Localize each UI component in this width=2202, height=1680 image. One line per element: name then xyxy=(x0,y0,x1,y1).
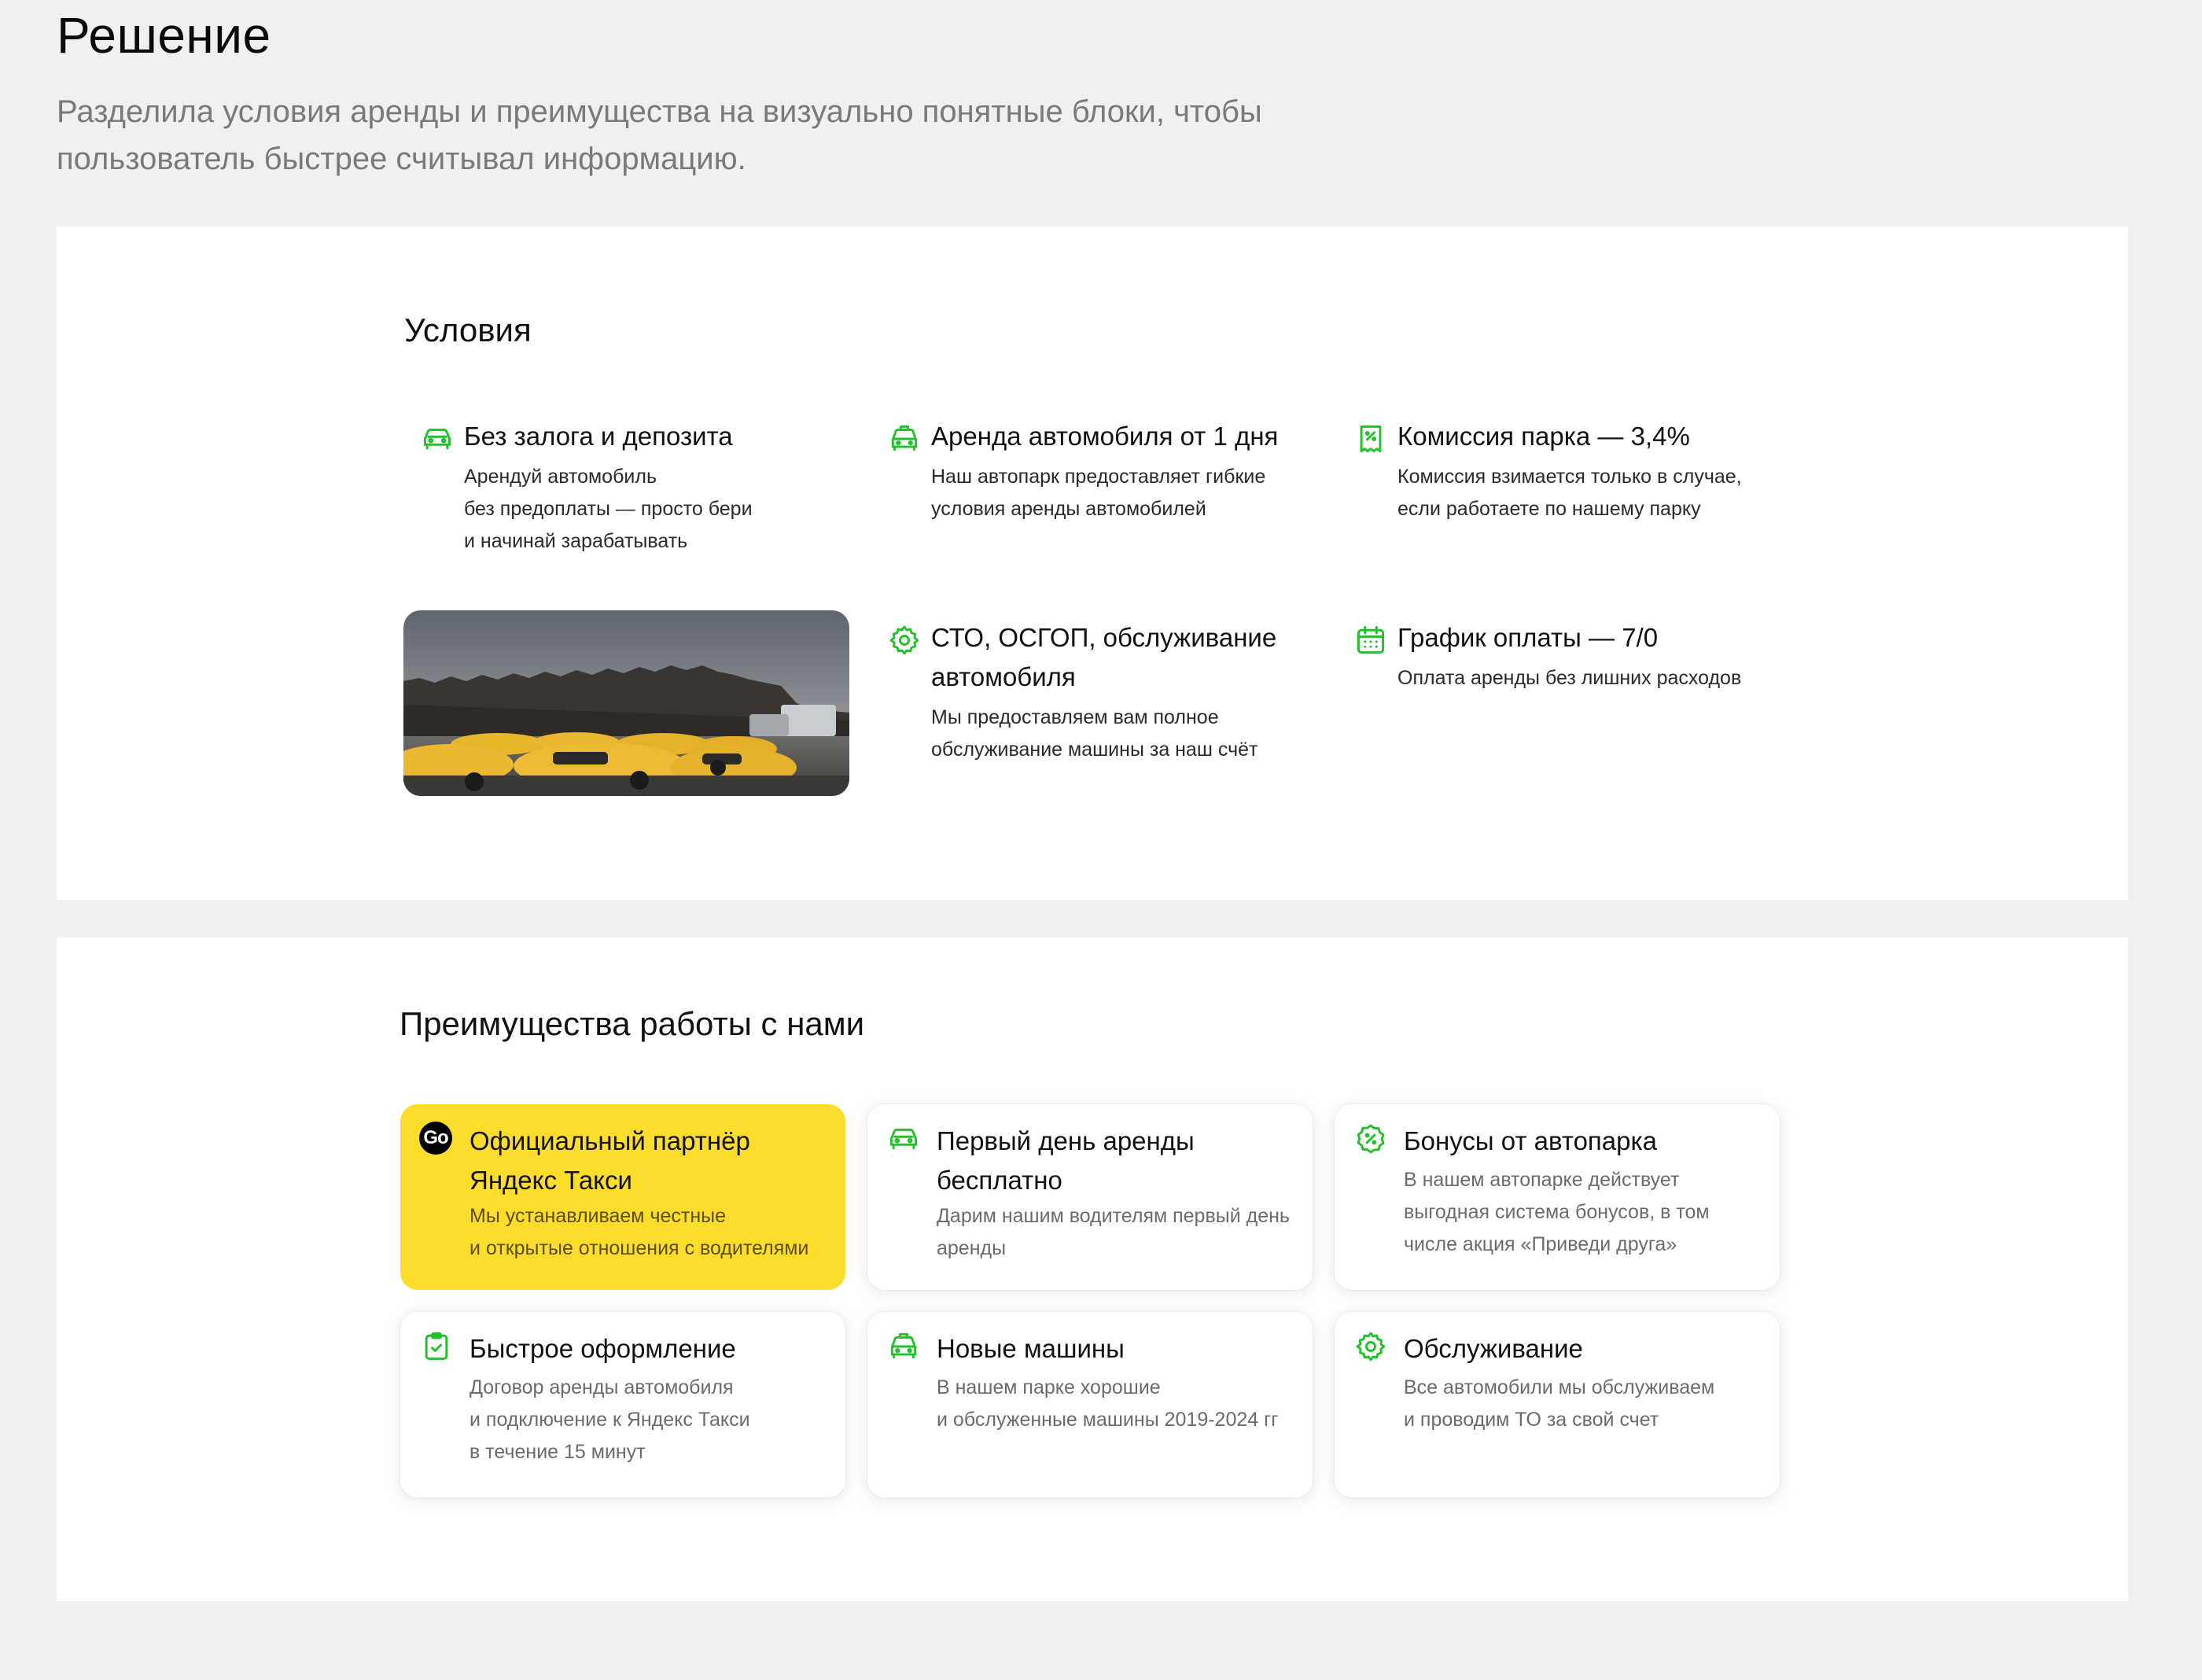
advantage-title-line: Быстрое оформление xyxy=(469,1334,736,1363)
yandex-go-icon: Go xyxy=(419,1122,454,1156)
condition-text: Оплата аренды без лишних расходов xyxy=(1397,662,1794,694)
advantage-text-line: аренды xyxy=(937,1237,1007,1259)
advantage-text-line: в течение 15 минут xyxy=(469,1441,646,1463)
car-icon xyxy=(886,1122,921,1156)
condition-text: Арендуй автомобиль без предоплаты — прос… xyxy=(464,461,860,558)
advantage-title-line: бесплатно xyxy=(937,1166,1062,1195)
taxi-icon xyxy=(886,1329,921,1364)
condition-no-deposit: Без залога и депозита Арендуй автомобиль… xyxy=(420,417,860,558)
condition-title: Без залога и депозита xyxy=(464,422,733,451)
advantage-text-line: Дарим нашим водителям первый день xyxy=(937,1205,1290,1227)
advantage-card-first-day-free: Первый день аренды бесплатно Дарим нашим… xyxy=(867,1104,1313,1290)
advantage-text: Мы устанавливаем честные и открытые отно… xyxy=(469,1200,839,1265)
advantage-text-line: Договор аренды автомобиля xyxy=(469,1376,734,1398)
condition-text-line: если работаете по нашему парку xyxy=(1397,498,1701,520)
advantage-card-new-cars: Новые машины В нашем парке хорошие и обс… xyxy=(867,1312,1313,1498)
advantage-text-line: и обслуженные машины 2019-2024 гг xyxy=(937,1409,1279,1431)
advantage-card-yandex-partner: Go Официальный партнёр Яндекс Такси Мы у… xyxy=(400,1104,845,1290)
advantage-text-line: Все автомобили мы обслуживаем xyxy=(1404,1376,1715,1398)
advantage-title-line: Официальный партнёр xyxy=(469,1126,750,1155)
condition-text-line: Наш автопарк предоставляет гибкие xyxy=(931,466,1266,488)
conditions-title: Условия xyxy=(404,311,532,348)
advantage-card-bonuses: Бонусы от автопарка В нашем автопарке де… xyxy=(1335,1104,1780,1290)
advantages-title: Преимущества работы с нами xyxy=(400,1005,865,1042)
page: Решение Разделила условия аренды и преим… xyxy=(0,0,2202,1680)
advantage-text-line: числе акция «Приведи друга» xyxy=(1404,1233,1677,1255)
advantage-title: Обслуживание xyxy=(1404,1329,1766,1369)
advantage-card-maintenance: Обслуживание Все автомобили мы обслужива… xyxy=(1335,1312,1780,1498)
advantage-title-line: Бонусы от автопарка xyxy=(1404,1126,1658,1155)
condition-text-line: Оплата аренды без лишних расходов xyxy=(1397,667,1742,689)
condition-text-line: и начинай зарабатывать xyxy=(464,530,688,552)
advantage-title: Первый день аренды бесплатно xyxy=(937,1122,1298,1200)
advantage-text: В нашем автопарке действует выгодная сис… xyxy=(1404,1164,1773,1261)
clipboard-check-icon xyxy=(419,1329,454,1364)
advantage-title-line: Обслуживание xyxy=(1404,1334,1583,1363)
advantage-title: Новые машины xyxy=(937,1329,1298,1369)
gear-icon xyxy=(1353,1329,1388,1364)
advantage-text-line: В нашем парке хорошие xyxy=(937,1376,1161,1398)
condition-text: Наш автопарк предоставляет гибкие услови… xyxy=(931,461,1327,525)
receipt-percent-icon xyxy=(1353,422,1388,456)
go-badge: Go xyxy=(419,1122,452,1155)
condition-service: СТО, ОСГОП, обслуживание автомобиля Мы п… xyxy=(887,618,1327,766)
advantage-card-fast-registration: Быстрое оформление Договор аренды автомо… xyxy=(400,1312,845,1498)
condition-text-line: обслуживание машины за наш счёт xyxy=(931,739,1258,761)
condition-title: СТО, ОСГОП, обслуживание автомобиля xyxy=(931,623,1277,691)
advantage-text: Договор аренды автомобиля и подключение … xyxy=(469,1372,839,1468)
condition-text-line: условия аренды автомобилей xyxy=(931,498,1206,520)
advantage-title-line: Первый день аренды xyxy=(937,1126,1195,1155)
advantage-text: В нашем парке хорошие и обслуженные маши… xyxy=(937,1372,1306,1436)
condition-title: Комиссия парка — 3,4% xyxy=(1397,422,1690,451)
advantage-title-line: Яндекс Такси xyxy=(469,1166,632,1195)
taxi-icon xyxy=(887,422,922,456)
condition-title: График оплаты — 7/0 xyxy=(1397,623,1659,652)
advantage-text-line: и проводим ТО за свой счет xyxy=(1404,1409,1659,1431)
condition-payment-schedule: График оплаты — 7/0 Оплата аренды без ли… xyxy=(1353,618,1794,694)
condition-text-line: Мы предоставляем вам полное xyxy=(931,706,1219,728)
condition-commission: Комиссия парка — 3,4% Комиссия взимается… xyxy=(1353,417,1794,525)
discount-badge-icon xyxy=(1353,1122,1388,1156)
advantage-text-line: выгодная система бонусов, в том xyxy=(1404,1201,1710,1223)
advantage-text: Дарим нашим водителям первый день аренды xyxy=(937,1200,1306,1265)
condition-text: Комиссия взимается только в случае, если… xyxy=(1397,461,1794,525)
calendar-icon xyxy=(1353,623,1388,658)
condition-title: Аренда автомобиля от 1 дня xyxy=(931,422,1279,451)
advantage-text-line: и открытые отношения с водителями xyxy=(469,1237,809,1259)
advantages-panel: Преимущества работы с нами Go Официальны… xyxy=(57,938,2128,1601)
advantage-title-line: Новые машины xyxy=(937,1334,1125,1363)
advantage-text-line: и подключение к Яндекс Такси xyxy=(469,1409,750,1431)
condition-text-line: без предоплаты — просто бери xyxy=(464,498,753,520)
condition-text: Мы предоставляем вам полное обслуживание… xyxy=(931,702,1327,766)
condition-rent-from-one-day: Аренда автомобиля от 1 дня Наш автопарк … xyxy=(887,417,1327,525)
page-title: Решение xyxy=(57,7,271,64)
advantage-title: Быстрое оформление xyxy=(469,1329,831,1369)
car-icon xyxy=(420,422,455,456)
advantage-text: Все автомобили мы обслуживаем и проводим… xyxy=(1404,1372,1773,1436)
advantage-title: Официальный партнёр Яндекс Такси xyxy=(469,1122,831,1200)
advantage-title: Бонусы от автопарка xyxy=(1404,1122,1766,1161)
advantage-text-line: Мы устанавливаем честные xyxy=(469,1205,727,1227)
conditions-panel: Условия Без залога и депозита Арендуй ав… xyxy=(57,227,2128,900)
intro-text: Разделила условия аренды и преимущества … xyxy=(57,94,1262,176)
advantage-text-line: В нашем автопарке действует xyxy=(1404,1169,1680,1191)
taxi-fleet-photo xyxy=(403,610,849,796)
condition-text-line: Комиссия взимается только в случае, xyxy=(1397,466,1742,488)
gear-icon xyxy=(887,623,922,658)
condition-text-line: Арендуй автомобиль xyxy=(464,466,657,488)
